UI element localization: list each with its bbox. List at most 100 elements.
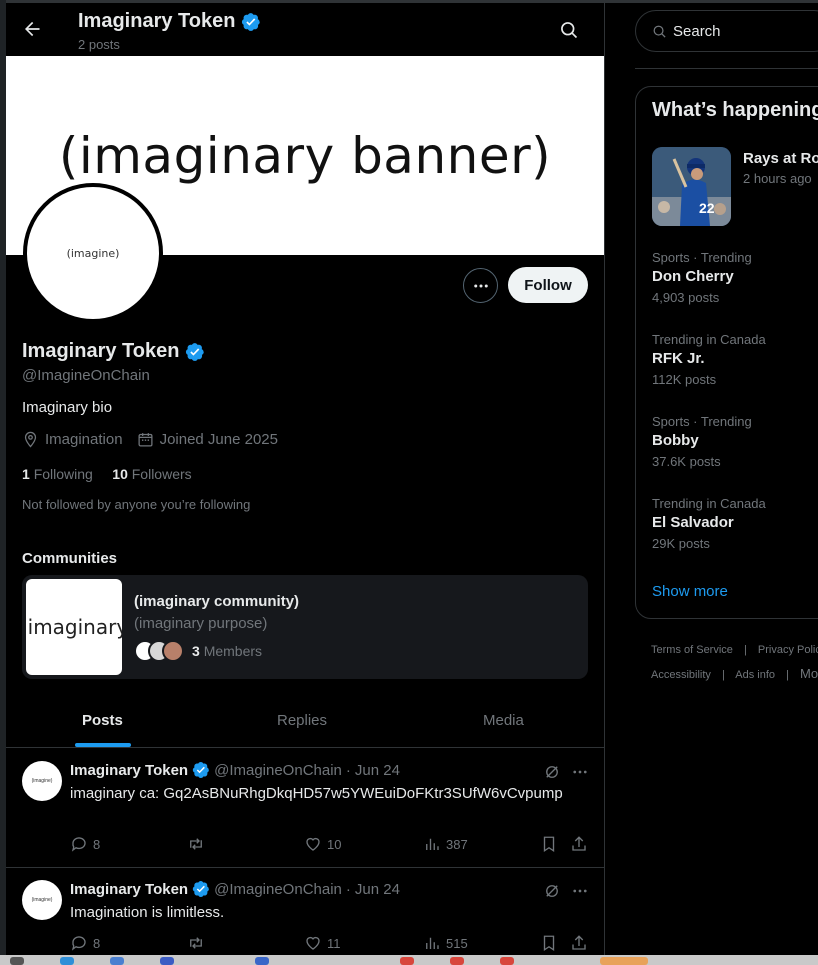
trend-item[interactable]: Trending in Canada El Salvador 29K posts [652,496,766,551]
taskbar-icon[interactable] [600,957,648,965]
tab-media[interactable]: Media [483,712,524,729]
profile-header: Imaginary Token 2 posts [6,3,604,56]
follow-stats: 1 Following 10 Followers [22,466,192,482]
sidebar-search-input[interactable]: Search [635,10,818,52]
taskbar-icon[interactable] [500,957,514,965]
post-avatar[interactable]: (imagine) [22,761,62,801]
trend-item[interactable]: Sports · Trending Bobby 37.6K posts [652,414,752,469]
bookmark-icon[interactable] [540,835,558,853]
repost-button[interactable] [187,835,210,853]
follow-button[interactable]: Follow [508,267,588,303]
taskbar-icon[interactable] [400,957,414,965]
event-title[interactable]: Rays at Ro [743,150,818,167]
trend-count: 112K posts [652,372,717,387]
footer-more-link[interactable]: Mo [800,666,818,681]
event-image[interactable]: 22 [652,147,731,226]
jersey-number: 22 [699,200,715,216]
share-icon[interactable] [570,835,588,853]
taskbar-icon[interactable] [450,957,464,965]
post-actions: 8 10 387 [70,835,590,855]
show-more-link[interactable]: Show more [652,583,728,600]
post-author-handle[interactable]: @ImagineOnChain [214,881,342,898]
community-card[interactable]: (imaginary (imaginary community) (imagin… [22,575,588,679]
post-separator: · [345,761,351,779]
trend-category: Sports · Trending [652,250,752,265]
profile-joined: Joined June 2025 [159,431,278,448]
calendar-icon [138,433,153,447]
bookmark-icon[interactable] [540,934,558,952]
profile-name-text: Imaginary Token [22,340,180,362]
post-separator: · [345,880,351,898]
post-date[interactable]: Jun 24 [355,762,400,779]
repost-button[interactable] [187,934,210,952]
verified-badge-icon [192,880,209,898]
taskbar-icon[interactable] [110,957,124,965]
more-options-button[interactable] [463,268,498,303]
post[interactable]: (imagine) Imaginary Token @ImagineOnChai… [6,749,604,868]
back-arrow-icon[interactable] [22,19,42,39]
footer-terms-link[interactable]: Terms of Service [651,644,733,656]
reply-button[interactable]: 8 [70,835,100,853]
views-icon [426,838,439,850]
trend-item[interactable]: Sports · Trending Don Cherry 4,903 posts [652,250,752,305]
share-icon[interactable] [570,934,588,952]
footer-ads-link[interactable]: Ads info [735,669,775,681]
post-author-name[interactable]: Imaginary Token [70,762,188,779]
like-button[interactable]: 11 [304,934,341,952]
search-icon[interactable] [559,20,579,40]
reply-icon [71,936,86,951]
member-avatar [162,640,184,662]
heart-icon [306,936,320,950]
header-title: Imaginary Token [78,10,261,33]
trend-category: Sports · Trending [652,414,752,429]
tab-replies[interactable]: Replies [277,712,327,729]
reply-count: 8 [93,935,101,951]
profile-tabs: Posts Replies Media [6,700,604,748]
footer-privacy-link[interactable]: Privacy Polic [758,644,818,656]
verified-badge-icon [185,342,204,361]
post-more-icon[interactable] [571,763,589,781]
following-link[interactable]: 1 Following [22,466,93,482]
communities-heading: Communities [22,550,118,567]
post-author-name[interactable]: Imaginary Token [70,881,188,898]
views-button[interactable]: 515 [423,934,468,952]
view-count: 515 [446,935,468,951]
trend-name: RFK Jr. [652,350,705,367]
header-title-text: Imaginary Token [78,10,236,32]
grok-icon[interactable] [543,882,561,900]
trend-name: Bobby [652,432,699,449]
reply-button[interactable]: 8 [70,934,100,952]
post-avatar[interactable]: (imagine) [22,880,62,920]
taskbar-icon[interactable] [255,957,269,965]
not-followed-text: Not followed by anyone you’re following [22,497,251,512]
profile-avatar[interactable]: (imagine) [23,183,163,323]
like-button[interactable]: 10 [304,835,341,853]
footer-accessibility-link[interactable]: Accessibility [651,669,711,681]
post-header: Imaginary Token @ImagineOnChain · Jun 24 [70,761,400,779]
views-button[interactable]: 387 [423,835,468,853]
grok-icon[interactable] [543,763,561,781]
taskbar-icon[interactable] [160,957,174,965]
header-post-count: 2 posts [78,37,120,52]
community-members: 3 Members [134,639,262,663]
views-icon [426,937,439,949]
post-text: Imagination is limitless. [70,904,225,921]
baseball-player-photo: 22 [652,147,731,226]
taskbar-icon[interactable] [10,957,24,965]
post-text: imaginary ca: Gq2AsBNuRhgDkqHD57w5YWEuiD… [70,785,563,802]
followers-link[interactable]: 10 Followers [112,466,191,482]
post-more-icon[interactable] [571,882,589,900]
post-author-handle[interactable]: @ImagineOnChain [214,762,342,779]
column-divider [604,0,605,955]
post-date[interactable]: Jun 24 [355,881,400,898]
members-label: Members [203,643,263,659]
reply-icon [71,837,86,852]
trend-item[interactable]: Trending in Canada RFK Jr. 112K posts [652,332,766,387]
trending-title: What’s happening [652,99,818,121]
ellipsis-icon [473,284,488,287]
taskbar-icon[interactable] [60,957,74,965]
post[interactable]: (imagine) Imaginary Token @ImagineOnChai… [6,868,604,960]
event-time: 2 hours ago [743,171,812,186]
tab-posts[interactable]: Posts [82,712,123,729]
footer-separator: | [721,669,725,681]
